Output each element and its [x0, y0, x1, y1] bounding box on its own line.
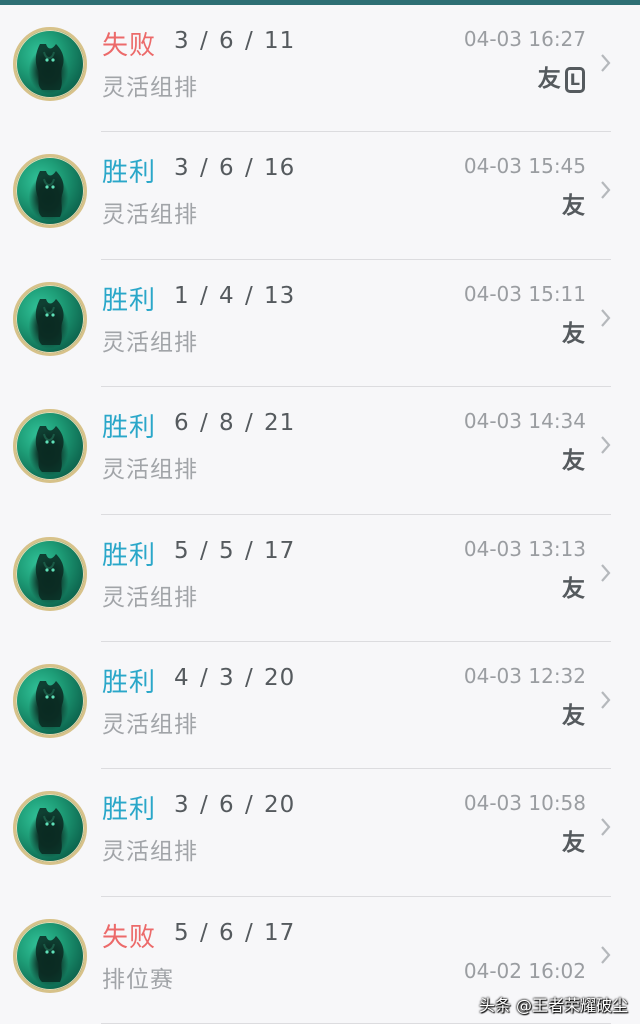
friend-badge: 友: [562, 193, 585, 220]
hero-avatar-icon: [13, 536, 87, 611]
match-time: 04-03 16:27: [463, 27, 586, 51]
friend-badge: 友: [562, 830, 585, 857]
match-badges: 友: [562, 829, 585, 857]
match-kda: 6 / 8 / 21: [174, 410, 296, 437]
match-row[interactable]: 胜利 1 / 4 / 13 灵活组排 04-03 15:11 友: [0, 260, 640, 388]
match-row[interactable]: 胜利 4 / 3 / 20 灵活组排 04-03 12:32 友: [0, 642, 640, 770]
hero-avatar-icon: [13, 663, 87, 738]
hero-avatar-icon: [13, 918, 87, 993]
match-mode: 灵活组排: [102, 202, 198, 229]
hero-avatar-icon: [13, 409, 87, 484]
hero-avatar-icon: [13, 791, 87, 866]
match-result: 胜利: [102, 413, 157, 444]
match-mode: 排位赛: [102, 966, 174, 993]
watermark-text: 头条 @王者荣耀破尘: [478, 996, 628, 1015]
match-result: 失败: [102, 922, 157, 953]
friend-badge: 友: [562, 575, 585, 602]
chevron-right-icon: [601, 181, 611, 200]
match-result: 失败: [102, 31, 157, 61]
match-mode: 灵活组排: [102, 457, 198, 484]
match-kda: 1 / 4 / 13: [174, 282, 296, 309]
match-kda: 5 / 5 / 17: [174, 537, 296, 564]
chevron-right-icon: [601, 309, 611, 327]
match-kda: 5 / 6 / 17: [174, 919, 296, 946]
hero-avatar-icon: [13, 154, 87, 229]
match-time: 04-03 15:11: [463, 281, 586, 306]
chevron-right-icon: [601, 436, 611, 454]
match-time: 04-03 12:32: [463, 663, 586, 688]
chevron-right-icon: [601, 563, 611, 582]
match-time: 04-02 16:02: [463, 958, 586, 983]
match-badges: 友: [562, 575, 585, 603]
match-badges: 友: [562, 702, 585, 730]
chevron-right-icon: [601, 946, 611, 964]
hero-avatar-icon: [13, 27, 87, 101]
hero-avatar-icon: [13, 281, 87, 356]
match-result: 胜利: [102, 158, 157, 189]
match-mode: 灵活组排: [102, 329, 198, 356]
friend-badge: 友: [537, 66, 561, 92]
match-kda: 3 / 6 / 20: [174, 792, 296, 819]
friend-badge: 友: [562, 702, 585, 729]
match-time: 04-03 13:13: [463, 536, 586, 561]
match-badges: 友 L: [538, 65, 585, 93]
match-badges: 友: [562, 447, 585, 475]
match-row[interactable]: 胜利 6 / 8 / 21 灵活组排 04-03 14:34 友: [0, 387, 640, 515]
match-row[interactable]: 胜利 3 / 6 / 16 灵活组排 04-03 15:45 友: [0, 132, 640, 260]
match-badges: 友: [562, 192, 585, 220]
match-row[interactable]: 失败 3 / 6 / 11 灵活组排 04-03 16:27 友 L: [0, 5, 640, 133]
match-history-list: 失败 3 / 6 / 11 灵活组排 04-03 16:27 友 L 胜利 3 …: [0, 5, 640, 1024]
match-result: 胜利: [102, 667, 157, 698]
chevron-right-icon: [601, 818, 611, 837]
match-kda: 4 / 3 / 20: [174, 664, 296, 691]
friend-badge: 友: [562, 448, 585, 475]
match-result: 胜利: [102, 540, 157, 571]
match-result: 胜利: [102, 285, 157, 316]
match-result: 胜利: [102, 795, 157, 826]
match-time: 04-03 10:58: [463, 791, 586, 816]
match-badges: 友: [562, 320, 585, 348]
match-mode: 灵活组排: [102, 75, 198, 101]
match-row[interactable]: 胜利 5 / 5 / 17 灵活组排 04-03 13:13 友: [0, 515, 640, 642]
match-time: 04-03 14:34: [463, 409, 586, 434]
match-kda: 3 / 6 / 16: [174, 155, 296, 182]
match-time: 04-03 15:45: [463, 154, 586, 179]
match-row[interactable]: 胜利 3 / 6 / 20 灵活组排 04-03 10:58 友: [0, 769, 640, 897]
match-mode: 灵活组排: [102, 711, 198, 738]
match-mode: 灵活组排: [102, 839, 198, 866]
chevron-right-icon: [601, 691, 611, 709]
live-badge: L: [564, 67, 585, 93]
match-mode: 灵活组排: [102, 584, 198, 611]
friend-badge: 友: [562, 320, 585, 347]
chevron-right-icon: [601, 54, 611, 72]
match-kda: 3 / 6 / 11: [174, 28, 296, 54]
